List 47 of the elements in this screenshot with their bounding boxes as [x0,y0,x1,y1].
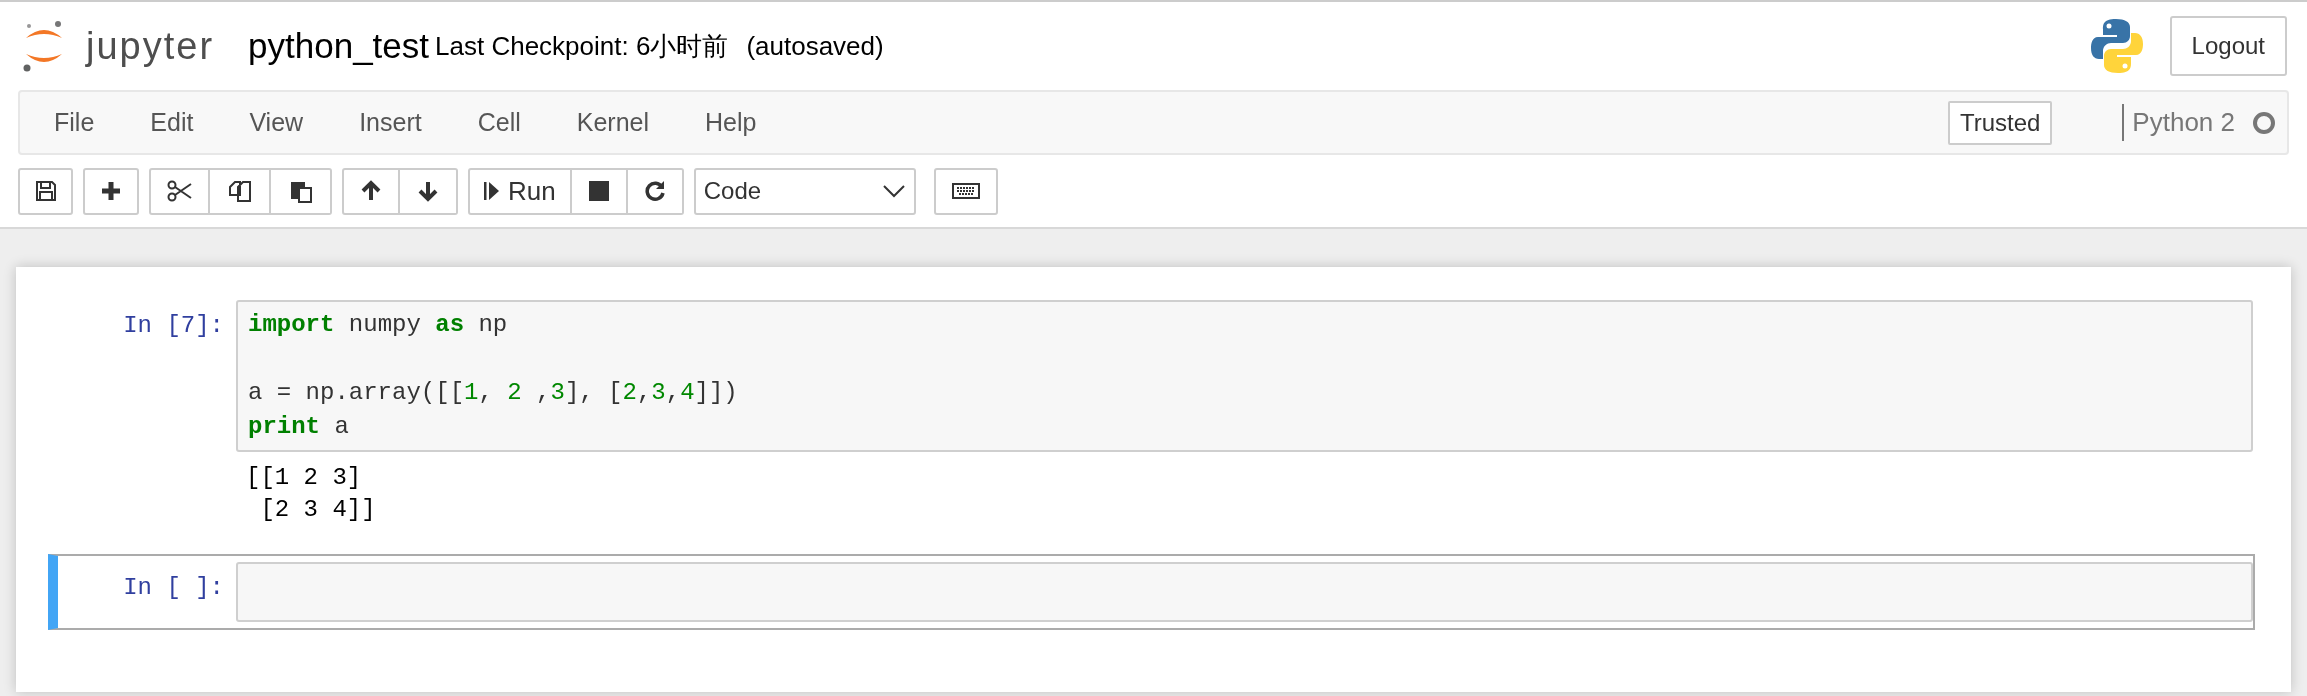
interrupt-button[interactable] [571,167,628,215]
jupyter-logo-text: jupyter [86,23,215,69]
menu-item[interactable]: Help [685,103,777,142]
output-line: [2 3 4]] [259,495,377,525]
autosave-status: (autosaved) [746,29,884,63]
code-line: a = np.array([[1, 2 ,3], [2,3,4]]) [248,378,739,408]
cut-button[interactable] [149,167,210,215]
python-logo-icon [2088,17,2145,75]
run-button[interactable]: Run [468,167,572,215]
menu-item[interactable]: File [34,103,115,142]
menu-item[interactable]: View [229,103,324,142]
move-down-button[interactable] [400,167,458,215]
code-input-area[interactable] [236,562,2253,622]
save-button[interactable] [18,167,73,215]
input-prompt: In [7]: [122,311,225,341]
code-line: print a [248,412,350,442]
code-input-area[interactable]: import numpy as np a = np.array([[1, 2 ,3], [2,3,4]]) print a [236,300,2253,452]
clipboard-icon [288,179,313,203]
copy-button[interactable] [210,167,271,215]
plus-icon [100,180,122,202]
menu-item[interactable]: Edit [130,103,214,142]
step-forward-icon [484,180,500,202]
notebook-name[interactable]: python_test [248,19,430,73]
code-line: import numpy as np [248,310,509,340]
insert-cell-button[interactable] [83,167,139,215]
refresh-icon [643,180,666,202]
kernel-name: Python 2 [2132,106,2235,139]
stop-icon [588,181,609,201]
menu-item[interactable]: Insert [339,103,442,142]
down-arrow-icon [417,180,439,202]
keyboard-shortcuts-button[interactable] [933,167,998,215]
menu-item[interactable]: Kernel [556,103,669,142]
cell-type-dropdown[interactable]: Code [693,167,916,215]
last-checkpoint: Last Checkpoint: 6小时前 [435,29,729,63]
move-up-button[interactable] [342,167,400,215]
logout-button[interactable]: Logout [2169,16,2287,76]
copy-icon [227,179,252,203]
restart-button[interactable] [627,167,684,215]
input-prompt: In [ ]: [122,573,225,603]
trusted-button[interactable]: Trusted [1947,100,2053,145]
scissors-icon [166,180,193,202]
keyboard-icon [951,183,980,199]
menu-item[interactable]: Cell [457,103,541,142]
chevron-down-icon [881,184,906,198]
up-arrow-icon [360,180,382,202]
paste-button[interactable] [271,167,332,215]
output-line: [[1 2 3] [246,463,363,493]
